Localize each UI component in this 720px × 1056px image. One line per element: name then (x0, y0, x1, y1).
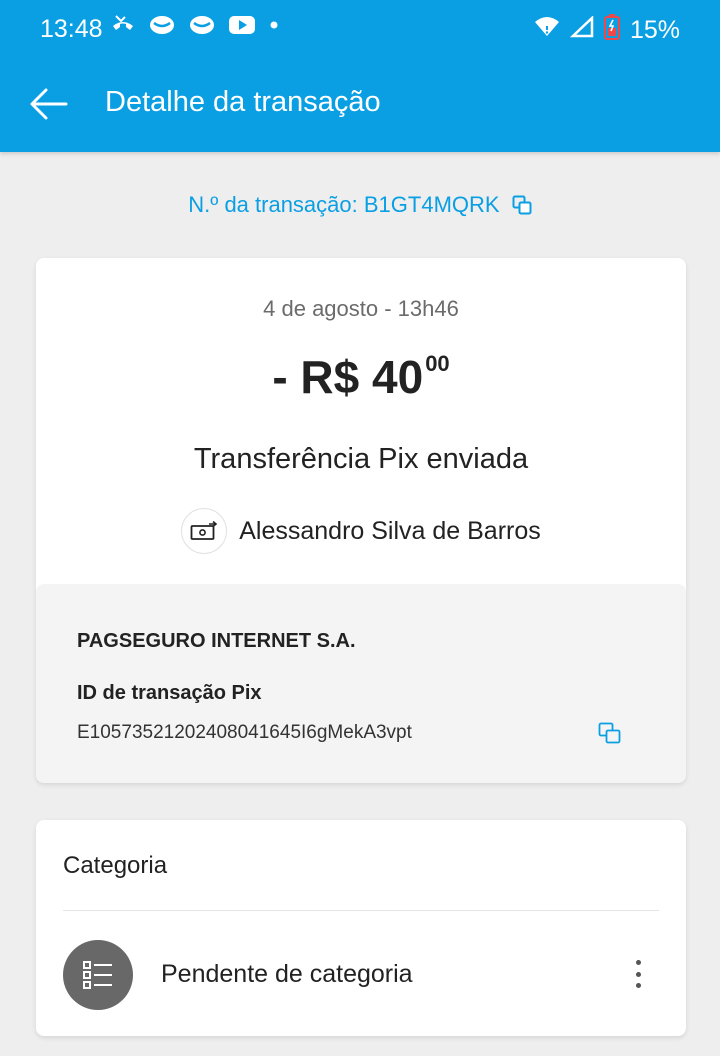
category-card: Categoria Pendente de categoria (36, 820, 686, 1036)
transaction-date: 4 de agosto - 13h46 (263, 296, 459, 321)
arrow-left-icon (30, 88, 68, 120)
system-icons: 15% (534, 14, 680, 47)
institution-name: PAGSEGURO INTERNET S.A. (77, 630, 356, 652)
pix-id-value: E10573521202408041645I6gMekA3vpt (77, 722, 412, 743)
status-bar: 13:48 15% (0, 0, 720, 56)
wifi-icon (534, 16, 560, 45)
toolbar: Detalhe da transação (0, 56, 720, 152)
list-icon (63, 940, 133, 1010)
signal-icon (569, 15, 594, 45)
app-bar: 13:48 15% Detalhe da transação (0, 0, 720, 152)
pix-id-label: ID de transação Pix (77, 682, 262, 704)
amount-cents: 00 (425, 351, 450, 376)
status-time: 13:48 (40, 15, 103, 43)
battery-percent: 15% (629, 16, 680, 44)
missed-call-icon (110, 14, 136, 43)
battery-icon (603, 14, 620, 47)
notification-icons (110, 14, 280, 43)
transaction-type: Transferência Pix enviada (193, 443, 529, 475)
chat-bubble-icon (188, 14, 216, 43)
transaction-amount: - R$ 4000 (36, 350, 686, 404)
recipient-name: Alessandro Silva de Barros (239, 516, 541, 545)
dot-icon (635, 983, 641, 988)
amount-value: - R$ 40 (272, 351, 424, 403)
transaction-number[interactable]: N.º da transação: B1GT4MQRK (0, 192, 720, 221)
category-title: Categoria (63, 852, 168, 879)
pix-details: PAGSEGURO INTERNET S.A. ID de transação … (36, 584, 686, 783)
category-value[interactable]: Pendente de categoria (161, 960, 413, 989)
money-transfer-icon (181, 508, 228, 554)
dot-icon (635, 971, 641, 977)
chat-bubble-icon (148, 14, 176, 43)
divider (63, 910, 659, 911)
transaction-card: 4 de agosto - 13h46 - R$ 4000 Transferên… (36, 258, 686, 783)
dot-icon (268, 14, 280, 43)
more-options-button[interactable] (626, 956, 650, 992)
dot-icon (635, 960, 641, 965)
page-title: Detalhe da transação (105, 86, 381, 118)
back-button[interactable] (26, 82, 70, 126)
copy-icon[interactable] (598, 722, 622, 749)
transaction-number-label: N.º da transação: B1GT4MQRK (188, 192, 500, 217)
recipient-row: Alessandro Silva de Barros (36, 508, 686, 554)
copy-icon[interactable] (512, 195, 532, 221)
youtube-icon (228, 14, 256, 43)
